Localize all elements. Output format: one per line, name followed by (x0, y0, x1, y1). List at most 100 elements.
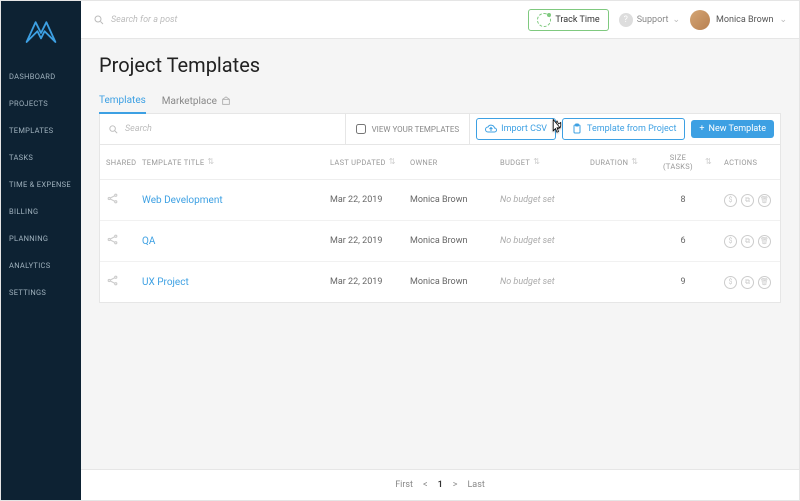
sort-icon: ⇅ (705, 159, 712, 165)
action-dollar-icon[interactable]: $ (724, 235, 737, 248)
size-value: 9 (648, 273, 718, 291)
sort-icon: ⇅ (389, 159, 396, 165)
global-search-placeholder: Search for a post (111, 15, 177, 25)
support-menu[interactable]: ? Support ⌄ (619, 13, 680, 27)
plus-icon: + (699, 124, 704, 134)
view-your-templates-label: VIEW YOUR TEMPLATES (372, 125, 460, 134)
nav-tasks[interactable]: TASKS (1, 150, 81, 165)
owner-name: Monica Brown (404, 191, 494, 209)
col-duration[interactable]: DURATION⇅ (584, 145, 648, 179)
search-icon (93, 14, 105, 26)
cloud-upload-icon (485, 123, 497, 135)
table-row: UX Project Mar 22, 2019Monica BrownNo bud… (100, 262, 780, 302)
duration-value (584, 196, 648, 204)
pager-current: 1 (438, 480, 443, 490)
col-title[interactable]: TEMPLATE TITLE⇅ (136, 145, 324, 179)
duration-value (584, 237, 648, 245)
user-menu[interactable]: Monica Brown ⌄ (690, 10, 787, 30)
row-actions: $ ⧉ 🗑 (718, 272, 780, 293)
size-value: 6 (648, 232, 718, 250)
template-title-link[interactable]: QA (142, 236, 155, 247)
new-template-label: New Template (709, 124, 766, 134)
template-from-project-label: Template from Project (587, 124, 676, 134)
view-your-templates-checkbox[interactable] (356, 124, 366, 134)
main: Search for a post Track Time ? Support ⌄… (81, 1, 799, 500)
shared-icon (100, 188, 136, 212)
global-search[interactable]: Search for a post (93, 14, 518, 26)
templates-table: SHARED TEMPLATE TITLE⇅ LAST UPDATED⇅ OWN… (99, 145, 781, 303)
template-search-placeholder: Search (125, 124, 152, 134)
nav-dashboard[interactable]: DASHBOARD (1, 69, 81, 84)
size-value: 8 (648, 191, 718, 209)
tab-marketplace[interactable]: Marketplace (162, 89, 231, 113)
col-actions: ACTIONS (718, 145, 780, 179)
toolbar-buttons: Import CSV Template from Project + New T… (470, 114, 780, 144)
row-actions: $ ⧉ 🗑 (718, 231, 780, 252)
nav-analytics[interactable]: ANALYTICS (1, 258, 81, 273)
nav-billing[interactable]: BILLING (1, 204, 81, 219)
content: Project Templates Templates Marketplace … (81, 39, 799, 469)
sidebar: DASHBOARD PROJECTS TEMPLATES TASKS TIME … (1, 1, 81, 500)
col-owner[interactable]: OWNER (404, 145, 494, 179)
toolbar: Search VIEW YOUR TEMPLATES Import CSV Te… (99, 114, 781, 145)
template-title-link[interactable]: UX Project (142, 277, 189, 288)
nav-settings[interactable]: SETTINGS (1, 285, 81, 300)
action-copy-icon[interactable]: ⧉ (741, 194, 754, 207)
pager-last[interactable]: Last (467, 480, 484, 490)
nav-projects[interactable]: PROJECTS (1, 96, 81, 111)
row-actions: $ ⧉ 🗑 (718, 190, 780, 211)
pager-prev[interactable]: < (423, 480, 428, 490)
nav-time-expense[interactable]: TIME & EXPENSE (1, 177, 81, 192)
owner-name: Monica Brown (404, 232, 494, 250)
col-budget[interactable]: BUDGET⇅ (494, 145, 584, 179)
action-delete-icon[interactable]: 🗑 (758, 194, 771, 207)
clock-icon (537, 13, 551, 27)
nav: DASHBOARD PROJECTS TEMPLATES TASKS TIME … (1, 69, 81, 300)
new-template-button[interactable]: + New Template (691, 120, 774, 138)
table-header: SHARED TEMPLATE TITLE⇅ LAST UPDATED⇅ OWN… (100, 145, 780, 180)
budget-value: No budget set (494, 273, 584, 291)
shared-icon (100, 270, 136, 294)
sort-icon: ⇅ (207, 159, 214, 165)
col-updated[interactable]: LAST UPDATED⇅ (324, 145, 404, 179)
updated-date: Mar 22, 2019 (324, 191, 404, 209)
table-row: Web DevelopmentMar 22, 2019Monica BrownN… (100, 180, 780, 221)
pager-first[interactable]: First (395, 480, 413, 490)
tab-templates[interactable]: Templates (99, 89, 146, 114)
action-dollar-icon[interactable]: $ (724, 276, 737, 289)
action-copy-icon[interactable]: ⧉ (741, 276, 754, 289)
nav-templates[interactable]: TEMPLATES (1, 123, 81, 138)
template-title-link[interactable]: Web Development (142, 195, 223, 206)
col-size[interactable]: SIZE (TASKS)⇅ (648, 145, 718, 179)
help-icon: ? (619, 13, 633, 27)
import-csv-button[interactable]: Import CSV (476, 118, 556, 140)
action-delete-icon[interactable]: 🗑 (758, 235, 771, 248)
page-title: Project Templates (99, 53, 781, 77)
sort-icon: ⇅ (533, 159, 540, 165)
tabs: Templates Marketplace (99, 89, 781, 114)
nav-planning[interactable]: PLANNING (1, 231, 81, 246)
action-dollar-icon[interactable]: $ (724, 194, 737, 207)
logo (23, 15, 59, 51)
duration-value (584, 278, 648, 286)
view-your-templates-toggle[interactable]: VIEW YOUR TEMPLATES (346, 114, 471, 144)
col-shared[interactable]: SHARED (100, 145, 136, 179)
chevron-down-icon: ⌄ (672, 15, 680, 25)
support-label: Support (637, 15, 669, 25)
pager-next[interactable]: > (453, 480, 458, 490)
updated-date: Mar 22, 2019 (324, 273, 404, 291)
table-body: Web DevelopmentMar 22, 2019Monica BrownN… (100, 180, 780, 302)
sort-icon: ⇅ (631, 159, 638, 165)
template-from-project-button[interactable]: Template from Project (562, 118, 685, 140)
marketplace-icon (221, 96, 231, 106)
search-icon (108, 124, 119, 135)
shared-icon (100, 229, 136, 253)
owner-name: Monica Brown (404, 273, 494, 291)
track-time-button[interactable]: Track Time (528, 9, 608, 31)
template-search[interactable]: Search (100, 114, 346, 144)
chevron-down-icon: ⌄ (779, 15, 787, 25)
tab-marketplace-label: Marketplace (162, 96, 217, 107)
action-copy-icon[interactable]: ⧉ (741, 235, 754, 248)
action-delete-icon[interactable]: 🗑 (758, 276, 771, 289)
updated-date: Mar 22, 2019 (324, 232, 404, 250)
